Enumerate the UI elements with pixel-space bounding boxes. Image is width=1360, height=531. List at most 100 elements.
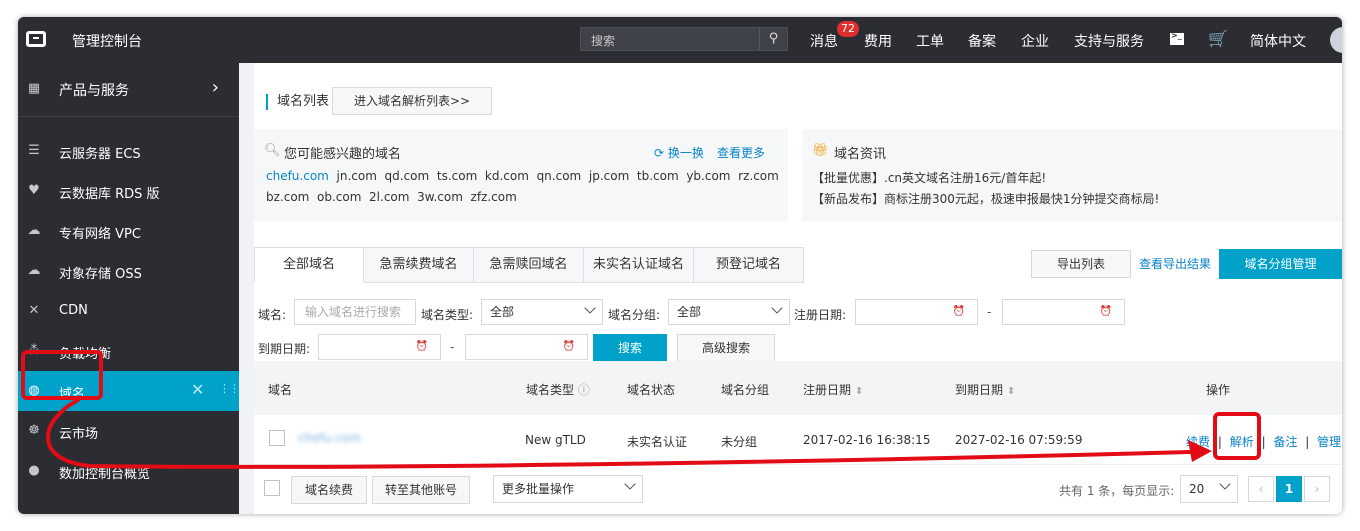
batch-ops-select[interactable]: 更多批量操作 — [493, 475, 643, 503]
more-link[interactable]: 查看更多 — [717, 144, 765, 161]
messages-link[interactable]: 消息 — [810, 31, 838, 51]
sidebar-item-oss[interactable]: ☁ 对象存储 OSS — [18, 251, 239, 291]
suggest-domain[interactable]: chefu.com — [266, 169, 329, 183]
col-reg-date-label: 注册日期 — [803, 383, 852, 397]
top-search[interactable]: 搜索 ⚲ — [580, 27, 788, 51]
chevron-right-icon: › — [211, 77, 219, 98]
tab-redeem-needed[interactable]: 急需赎回域名 — [474, 247, 584, 283]
news-item[interactable]: 【新品发布】商标注册300元起，极速申报最快1分钟提交商标局! — [812, 190, 1159, 207]
page-title: 域名列表 — [266, 94, 329, 110]
nav-fees[interactable]: 费用 — [864, 31, 892, 51]
suggest-domain[interactable]: jp.com — [589, 169, 629, 183]
advanced-search-button[interactable]: 高级搜索 — [677, 334, 775, 362]
console-window: 管理控制台 搜索 ⚲ 消息 72 费用 工单 备案 企业 支持与服务 🛒 简体中… — [18, 17, 1342, 514]
suggest-domain[interactable]: ob.com — [317, 190, 361, 204]
batch-renew-button[interactable]: 域名续费 — [291, 476, 367, 504]
exp-date-end[interactable]: ⏰ — [465, 334, 588, 360]
row-group: 未分组 — [721, 435, 758, 449]
view-export-link[interactable]: 查看导出结果 — [1139, 255, 1211, 272]
sidebar-products-header[interactable]: ▦ 产品与服务 › — [18, 69, 239, 117]
sort-icon[interactable]: ⬍ — [855, 386, 863, 397]
news-item[interactable]: 【批量优惠】.cn英文域名注册16元/首年起! — [812, 169, 1046, 186]
page-size-select[interactable]: 20 — [1180, 475, 1238, 503]
suggest-domain[interactable]: rz.com — [738, 169, 779, 183]
nav-tickets[interactable]: 工单 — [916, 31, 944, 51]
language-switch[interactable]: 简体中文 — [1250, 31, 1306, 51]
page-size-value: 20 — [1189, 482, 1205, 496]
exp-date-start[interactable]: ⏰ — [318, 334, 441, 360]
tab-renew-needed[interactable]: 急需续费域名 — [364, 247, 474, 283]
suggest-domain[interactable]: jn.com — [337, 169, 377, 183]
market-icon: ☸ — [28, 423, 40, 438]
suggest-domain[interactable]: kd.com — [485, 169, 529, 183]
nav-support[interactable]: 支持与服务 — [1074, 31, 1144, 51]
transfer-account-button[interactable]: 转至其他账号 — [372, 476, 470, 504]
sidebar-item-cdn[interactable]: ✕ CDN — [18, 291, 239, 331]
reg-date-end[interactable]: ⏰ — [1002, 299, 1125, 325]
col-exp-date[interactable]: 到期日期 ⬍ — [955, 381, 1015, 398]
suggest-domain[interactable]: 3w.com — [417, 190, 463, 204]
col-reg-date[interactable]: 注册日期 ⬍ — [803, 381, 863, 398]
avatar[interactable] — [1330, 27, 1342, 53]
type-select[interactable]: 全部 — [481, 299, 603, 325]
renew-link[interactable]: 续费 — [1186, 435, 1210, 449]
refresh-link[interactable]: ⟳ 换一换 — [654, 144, 704, 161]
suggest-domain[interactable]: tb.com — [637, 169, 679, 183]
group-filter-label: 域名分组: — [608, 308, 661, 322]
suggest-domain[interactable]: yb.com — [686, 169, 730, 183]
suggest-domain[interactable]: bz.com — [266, 190, 309, 204]
sidebar-item-rds[interactable]: ♥ 云数据库 RDS 版 — [18, 171, 239, 211]
manage-link[interactable]: 管理 — [1317, 435, 1341, 449]
dns-list-button[interactable]: 进入域名解析列表>> — [332, 87, 492, 115]
help-icon[interactable]: ⓘ — [578, 383, 590, 397]
tab-unverified[interactable]: 未实名认证域名 — [584, 247, 694, 283]
cloud-network-icon: ☁ — [27, 223, 41, 238]
export-list-button[interactable]: 导出列表 — [1031, 250, 1131, 278]
sidebar-item-label: 云市场 — [59, 427, 99, 442]
current-page-button[interactable]: 1 — [1276, 476, 1302, 502]
search-button[interactable]: 搜索 — [593, 334, 667, 362]
sidebar-item-market[interactable]: ☸ 云市场 — [18, 411, 239, 451]
sidebar-item-dataplus[interactable]: ● 数加控制台概览 — [18, 451, 239, 491]
col-ops: 操作 — [1206, 383, 1231, 397]
total-count: 共有 1 条，每页显示: — [1059, 484, 1175, 498]
cart-icon[interactable]: 🛒 — [1208, 29, 1228, 48]
search-icon[interactable]: ⚲ — [759, 28, 787, 50]
suggest-domain[interactable]: qd.com — [385, 169, 430, 183]
console-title[interactable]: 管理控制台 — [72, 31, 142, 51]
nav-filing[interactable]: 备案 — [968, 31, 996, 51]
close-icon[interactable]: ✕ — [191, 380, 204, 399]
group-manage-button[interactable]: 域名分组管理 — [1219, 249, 1342, 279]
select-all-checkbox[interactable] — [264, 480, 280, 496]
top-search-input[interactable]: 搜索 — [591, 32, 615, 49]
row-domain-link[interactable]: chefu.com — [298, 431, 361, 445]
suggest-domain[interactable]: zfz.com — [471, 190, 517, 204]
group-select[interactable]: 全部 — [668, 299, 790, 325]
suggest-domain[interactable]: 2l.com — [369, 190, 409, 204]
tab-all-domains[interactable]: 全部域名 — [254, 247, 364, 283]
divider: | — [1305, 435, 1310, 449]
chevron-down-icon — [771, 302, 783, 314]
reg-date-start[interactable]: ⏰ — [855, 299, 978, 325]
prev-page-button[interactable]: ‹ — [1248, 476, 1274, 502]
drag-handle-icon[interactable]: ⋮⋮ — [219, 382, 240, 395]
tab-preregistered[interactable]: 预登记域名 — [694, 247, 804, 283]
suggest-domain[interactable]: ts.com — [437, 169, 477, 183]
row-reg-date: 2017-02-16 16:38:15 — [803, 433, 931, 447]
domain-search-input[interactable]: 输入域名进行搜索 — [294, 299, 416, 325]
terminal-icon[interactable] — [1170, 31, 1184, 45]
sort-icon[interactable]: ⬍ — [1007, 386, 1015, 397]
suggest-domain[interactable]: qn.com — [537, 169, 582, 183]
row-checkbox[interactable] — [269, 430, 285, 446]
sidebar-item-ecs[interactable]: ☰ 云服务器 ECS — [18, 131, 239, 171]
sidebar-item-label: 云数据库 RDS 版 — [59, 187, 160, 202]
remark-link[interactable]: 备注 — [1273, 435, 1297, 449]
sidebar-item-vpc[interactable]: ☁ 专有网络 VPC — [18, 211, 239, 251]
row-status-link[interactable]: 未实名认证 — [627, 433, 687, 450]
nav-enterprise[interactable]: 企业 — [1021, 31, 1049, 51]
calendar-icon: ⏰ — [415, 341, 428, 352]
suggest-row-1: chefu.com jn.com qd.com ts.com kd.com qn… — [266, 169, 779, 183]
next-page-button[interactable]: › — [1304, 476, 1330, 502]
domain-filter-label: 域名: — [258, 308, 287, 322]
aliyun-logo-icon[interactable] — [26, 31, 46, 47]
